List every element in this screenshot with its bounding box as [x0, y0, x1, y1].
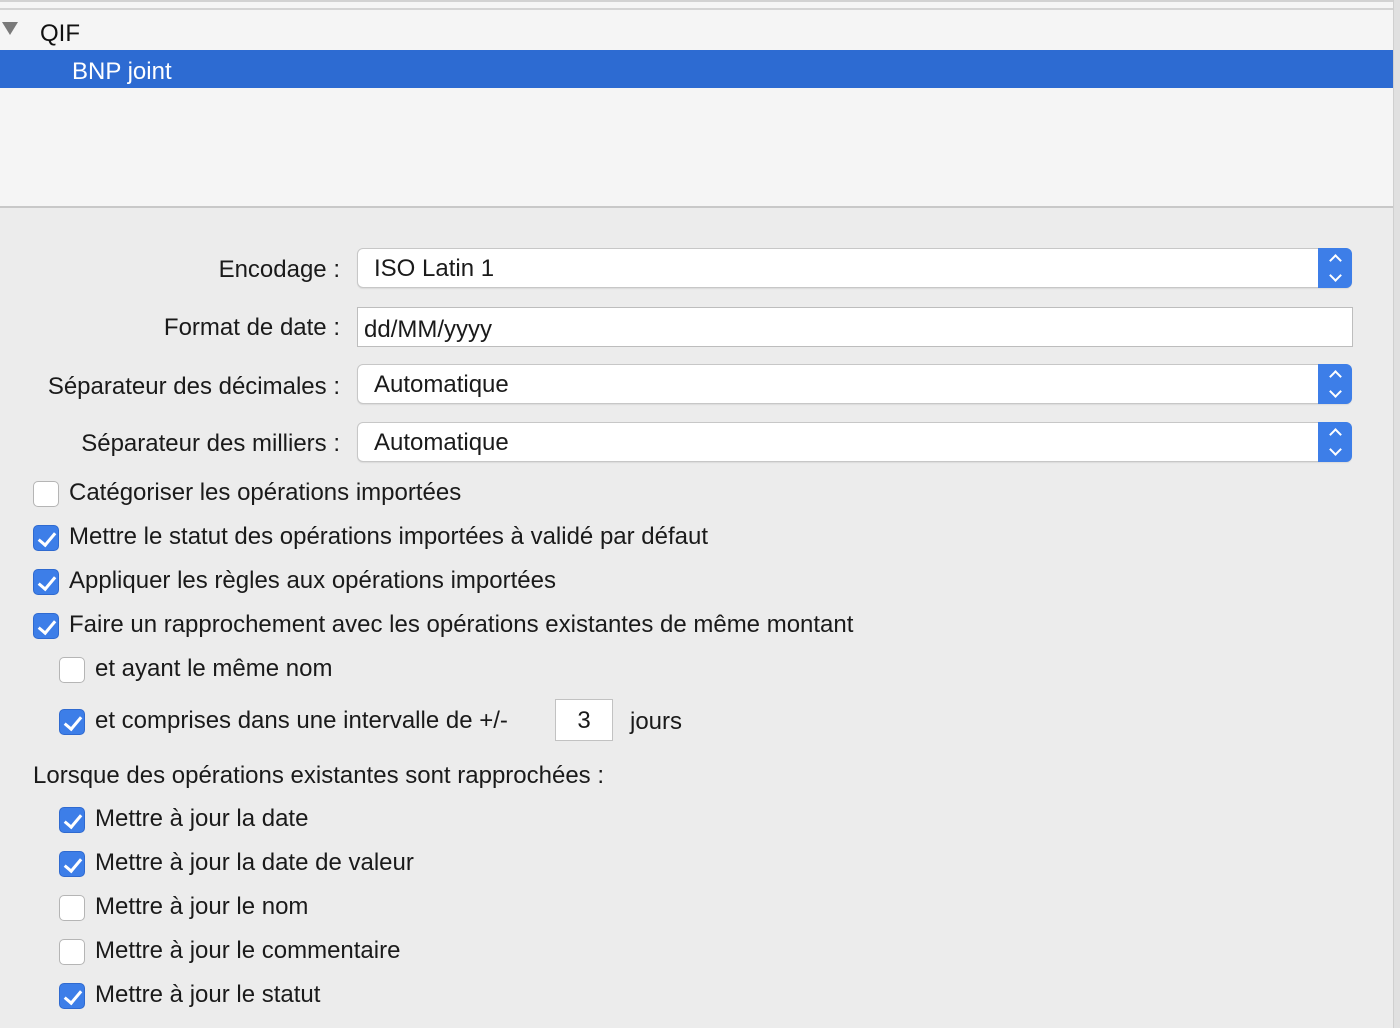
- tree-group-label: QIF: [40, 20, 80, 47]
- update-comment-label: Mettre à jour le commentaire: [95, 937, 401, 964]
- window-edge: [1393, 0, 1400, 1028]
- decimal-separator-value: Automatique: [374, 371, 509, 398]
- update-date-label: Mettre à jour la date: [95, 805, 309, 832]
- reconcile-label: Faire un rapprochement avec les opératio…: [69, 611, 854, 638]
- update-value-date-label: Mettre à jour la date de valeur: [95, 849, 414, 876]
- interval-checkbox[interactable]: [59, 709, 85, 735]
- popup-chevrons-icon[interactable]: [1318, 248, 1352, 288]
- tree-group-qif[interactable]: QIF: [0, 16, 1395, 50]
- validated-status-checkbox[interactable]: [33, 525, 59, 551]
- reconcile-checkbox[interactable]: [33, 613, 59, 639]
- apply-rules-label: Appliquer les règles aux opérations impo…: [69, 567, 556, 594]
- categorize-label: Catégoriser les opérations importées: [69, 479, 462, 506]
- update-date-checkbox[interactable]: [59, 807, 85, 833]
- interval-unit-label: jours: [630, 708, 683, 735]
- popup-chevrons-icon[interactable]: [1318, 364, 1352, 404]
- date-format-value: dd/MM/yyyy: [364, 316, 493, 343]
- date-format-label: Format de date :: [163, 314, 340, 341]
- validated-status-label: Mettre le statut des opérations importée…: [69, 523, 709, 550]
- update-status-label: Mettre à jour le statut: [95, 981, 321, 1008]
- same-name-label: et ayant le même nom: [95, 655, 333, 682]
- date-format-field[interactable]: dd/MM/yyyy: [357, 307, 1353, 347]
- interval-label: et comprises dans une intervalle de +/-: [95, 707, 508, 734]
- popup-chevrons-icon[interactable]: [1318, 422, 1352, 462]
- interval-days-field[interactable]: 3: [555, 699, 613, 741]
- encoding-popup[interactable]: ISO Latin 1: [357, 248, 1352, 288]
- update-status-checkbox[interactable]: [59, 983, 85, 1009]
- update-name-label: Mettre à jour le nom: [95, 893, 309, 920]
- tree-top-border: [0, 8, 1395, 10]
- tree-item-selected[interactable]: BNP joint: [0, 50, 1393, 88]
- thousands-separator-label: Séparateur des milliers :: [81, 430, 340, 457]
- decimal-separator-label: Séparateur des décimales :: [47, 373, 340, 400]
- update-value-date-checkbox[interactable]: [59, 851, 85, 877]
- categorize-checkbox[interactable]: [33, 481, 59, 507]
- encoding-label: Encodage :: [218, 256, 340, 283]
- thousands-separator-popup[interactable]: Automatique: [357, 422, 1352, 462]
- source-tree: QIF BNP joint: [0, 0, 1395, 208]
- same-name-checkbox[interactable]: [59, 657, 85, 683]
- encoding-value: ISO Latin 1: [374, 255, 495, 282]
- thousands-separator-value: Automatique: [374, 429, 509, 456]
- update-comment-checkbox[interactable]: [59, 939, 85, 965]
- apply-rules-checkbox[interactable]: [33, 569, 59, 595]
- reconciled-heading: Lorsque des opérations existantes sont r…: [33, 762, 605, 789]
- update-name-checkbox[interactable]: [59, 895, 85, 921]
- tree-item-label: BNP joint: [72, 58, 172, 85]
- disclosure-triangle-icon[interactable]: [2, 22, 18, 35]
- decimal-separator-popup[interactable]: Automatique: [357, 364, 1352, 404]
